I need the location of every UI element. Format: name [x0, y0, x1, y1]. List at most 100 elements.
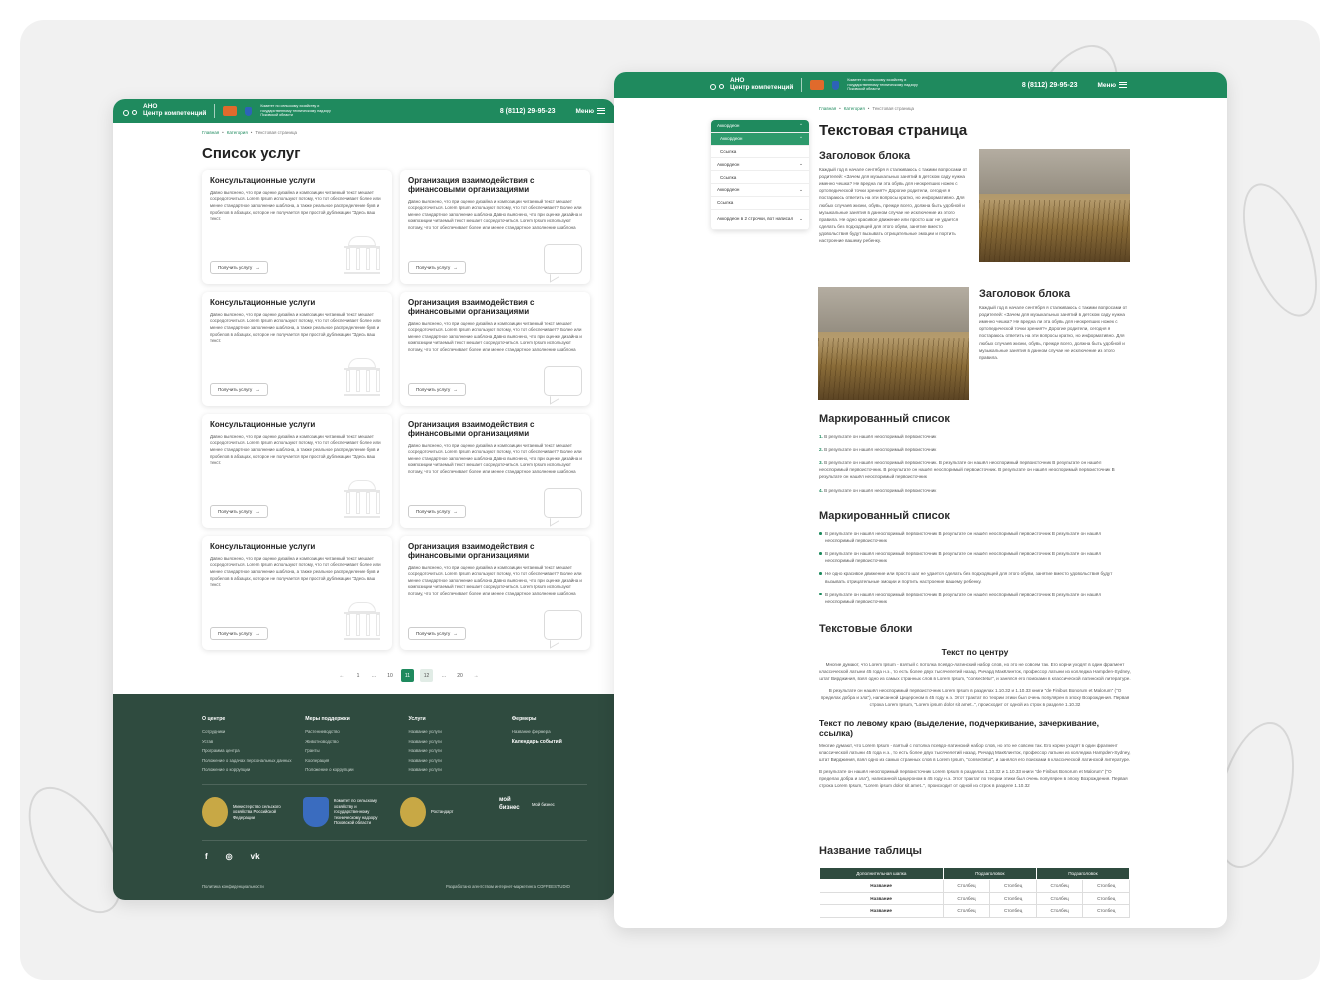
page-number[interactable]: 12 — [420, 669, 433, 682]
committee-name: Комитет по сельскому хозяйству и государ… — [260, 104, 331, 118]
get-service-button[interactable]: Получить услугу → — [210, 505, 268, 518]
table-cell: Столбец — [1036, 892, 1084, 905]
card-title: Организация взаимодействия с финансовыми… — [408, 420, 535, 438]
accordion-item[interactable]: Аккордеон ⌃ — [711, 120, 809, 133]
chevron-down-icon: ⌄ — [799, 216, 803, 222]
footer-link[interactable]: Животноводство — [305, 739, 408, 744]
site-header: АНО Центр компетенций Комитет по сельском… — [113, 99, 615, 123]
table-cell: Столбец — [1082, 892, 1130, 905]
footer-link[interactable]: Название услуги — [409, 729, 512, 734]
footer-link[interactable]: Положение о коррупции — [202, 767, 305, 772]
get-service-button[interactable]: Получить услугу → — [408, 505, 466, 518]
arrow-right-icon: → — [255, 387, 260, 392]
get-service-button[interactable]: Получить услугу → — [408, 261, 466, 274]
partner-ministry[interactable]: Министерство сельского хозяйства Российс… — [202, 797, 291, 827]
footer-link[interactable]: Программа центра — [202, 748, 305, 753]
instagram-icon[interactable]: ◎ — [226, 852, 233, 861]
get-service-button[interactable]: Получить услугу → — [408, 627, 466, 640]
service-card: Консультационные услуги Давно выяснено, ч… — [202, 536, 392, 650]
footer-link[interactable]: Название услуги — [409, 739, 512, 744]
card-title: Консультационные услуги — [210, 176, 316, 185]
flag-icon — [223, 106, 238, 116]
footer-link[interactable]: Кооперация — [305, 758, 408, 763]
accordion-item[interactable]: Аккордеон ⌄ — [711, 184, 809, 197]
accordion-link[interactable]: Ссылка — [711, 171, 809, 184]
privacy-link[interactable]: Политика конфиденциальности — [202, 884, 264, 889]
get-service-button[interactable]: Получить услугу → — [210, 627, 268, 640]
footer-column: Фермеры Название фермера Календарь событий — [512, 716, 615, 777]
footer-link[interactable]: Название услуги — [409, 767, 512, 772]
accordion-item[interactable]: Аккордеон ⌄ — [711, 158, 809, 172]
footer-link[interactable]: Календарь событий — [512, 739, 615, 745]
service-card: Консультационные услуги Давно выяснено, ч… — [202, 414, 392, 528]
footer-link[interactable]: Название услуги — [409, 748, 512, 753]
hamburger-icon — [597, 108, 605, 114]
footer-link[interactable]: Устав — [202, 739, 305, 744]
accordion-item[interactable]: Аккордеон в 2 строчки, вот написал ⌄ — [711, 210, 809, 230]
phone-link[interactable]: 8 (8112) 29-95-23 — [1022, 82, 1078, 89]
chevron-down-icon: ⌄ — [799, 186, 803, 192]
get-service-button[interactable]: Получить услугу → — [210, 261, 268, 274]
partner-rostandart[interactable]: Ростандарт — [400, 797, 453, 827]
card-description: Давно выяснено, что при оценке дизайна и… — [408, 198, 582, 231]
developer-credit[interactable]: Разработано агентством интернет-маркетин… — [446, 884, 570, 889]
partner-committee[interactable]: Комитет по сельскому хозяйству и государ… — [303, 797, 392, 827]
footer-link[interactable]: Положение о коррупции — [305, 767, 408, 772]
menu-button[interactable]: Меню — [1097, 82, 1127, 89]
card-description: Давно выяснено, что при оценке дизайна и… — [408, 564, 582, 597]
footer-link[interactable]: Название фермера — [512, 729, 615, 734]
divider — [801, 78, 803, 92]
accordion-link[interactable]: Ссылка — [711, 197, 809, 210]
list-item: В результате он нашёл неоспоримый первои… — [819, 550, 1131, 564]
accordion-item[interactable]: Аккордеон ⌃ — [711, 132, 809, 146]
get-service-button[interactable]: Получить услугу → — [210, 383, 268, 396]
footer-link[interactable]: Гранты — [305, 748, 408, 753]
phone-link[interactable]: 8 (8112) 29-95-23 — [500, 108, 556, 115]
content-block-2: Заголовок блока Каждый год в начале сент… — [979, 288, 1128, 360]
footer-link[interactable]: Растениеводство — [305, 729, 408, 734]
get-service-button[interactable]: Получить услугу → — [408, 383, 466, 396]
next-page-arrow[interactable]: → — [471, 669, 481, 682]
vk-icon[interactable]: vk — [251, 852, 260, 861]
bullet-list-section: Маркированный список В результате он наш… — [819, 510, 1131, 611]
breadcrumb: Главная • Категория • Текстовая страница — [819, 106, 915, 111]
card-title: Организация взаимодействия с финансовыми… — [408, 298, 535, 316]
social-links: f ◎ vk — [205, 852, 260, 861]
page-number[interactable]: 20 — [455, 669, 465, 682]
prev-page-arrow[interactable]: ← — [337, 669, 347, 682]
data-table: Дополнительная шапка Подзаголовок Подзаг… — [819, 867, 1131, 918]
card-description: Давно выяснено, что при оценке дизайна и… — [408, 320, 582, 353]
page-number[interactable]: 11 — [401, 669, 414, 682]
page-number[interactable]: 10 — [385, 669, 395, 682]
footer-link[interactable]: Положение о задачах персональных данных — [202, 758, 305, 763]
page-number[interactable]: 1 — [353, 669, 363, 682]
footer-column-title: Фермеры — [511, 716, 537, 722]
divider — [202, 840, 587, 841]
list-item: 1. В результате он нашёл неоспоримый пер… — [819, 434, 937, 439]
pskov-emblem-icon — [303, 797, 329, 827]
footer-column-title: Услуги — [408, 716, 426, 722]
table-cell: Столбец — [943, 904, 991, 918]
logo[interactable]: АНО Центр компетенций — [710, 77, 793, 92]
table-cell: Столбец — [989, 879, 1037, 893]
services-grid: Консультационные услуги Давно выяснено, ч… — [202, 170, 590, 650]
table-cell: Столбец — [989, 892, 1037, 905]
facebook-icon[interactable]: f — [205, 852, 208, 861]
partner-my-business[interactable]: мой бизнес Мой бизнес — [499, 797, 555, 813]
service-card: Организация взаимодействия с финансовыми… — [400, 292, 590, 406]
arrow-right-icon: → — [453, 265, 458, 270]
list-item: В результате он нашёл неоспоримый первои… — [819, 530, 1131, 544]
footer-link[interactable]: Название услуги — [409, 758, 512, 763]
accordion-link[interactable]: Ссылка — [711, 146, 809, 159]
card-description: Давно выяснено, что при оценке дизайна и… — [210, 189, 381, 222]
card-description: Давно выяснено, что при оценке дизайна и… — [210, 555, 381, 588]
chat-icon — [544, 244, 582, 274]
card-description: Давно выяснено, что при оценке дизайна и… — [408, 442, 582, 475]
row-name: Название — [819, 904, 944, 918]
footer-link[interactable]: Сотрудники — [202, 729, 305, 734]
table-cell: Столбец — [943, 892, 991, 905]
logo[interactable]: АНО Центр компетенций — [123, 103, 206, 118]
menu-button[interactable]: Меню — [575, 108, 605, 115]
service-card: Консультационные услуги Давно выяснено, ч… — [202, 170, 392, 284]
arrow-right-icon: → — [453, 387, 458, 392]
